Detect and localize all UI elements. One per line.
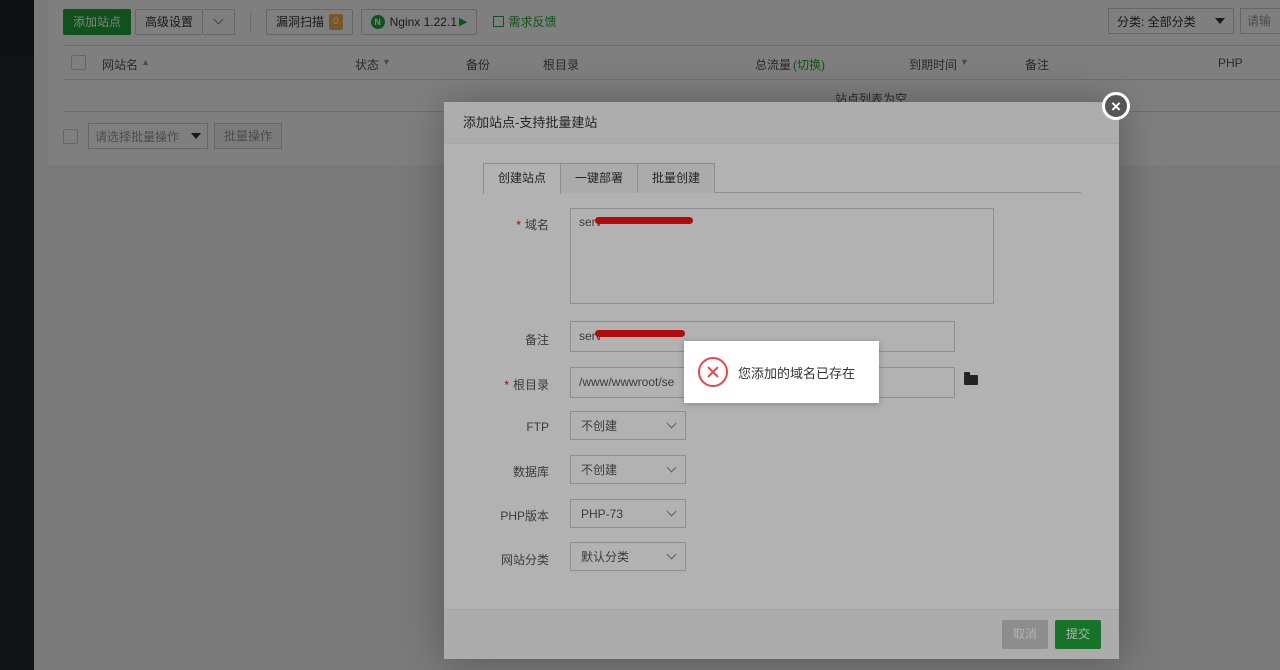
error-icon [698, 357, 728, 387]
error-toast: 您添加的域名已存在 [684, 341, 879, 403]
close-icon[interactable]: × [1102, 92, 1130, 120]
toast-message: 您添加的域名已存在 [738, 365, 856, 381]
